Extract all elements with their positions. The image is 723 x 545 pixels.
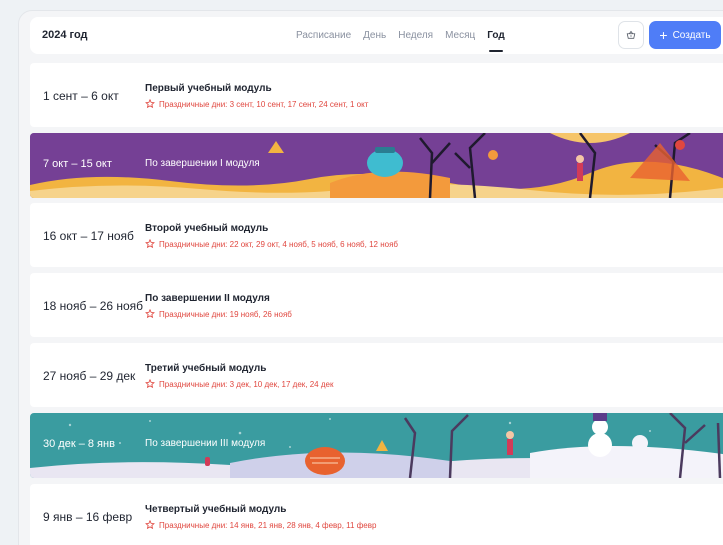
module-row[interactable]: 9 янв – 16 февр Четвертый учебный модуль… (30, 484, 723, 545)
star-icon (145, 520, 155, 530)
autumn-illustration (30, 133, 723, 198)
holidays-text: Праздничные дни: 19 нояб, 26 нояб (159, 309, 292, 319)
holidays-text: Праздничные дни: 22 окт, 29 окт, 4 нояб,… (159, 239, 398, 249)
star-icon (145, 99, 155, 109)
date-range: 1 сент – 6 окт (43, 89, 119, 103)
date-range: 9 янв – 16 февр (43, 510, 133, 524)
autumn-break-banner[interactable]: 7 окт – 15 окт По завершении I модуля (30, 133, 723, 198)
basket-icon (626, 30, 636, 39)
holidays-line: Праздничные дни: 3 сент, 10 сент, 17 сен… (145, 99, 368, 109)
date-range: 16 окт – 17 нояб (43, 229, 134, 243)
tab-day[interactable]: День (357, 17, 392, 54)
star-icon (145, 379, 155, 389)
year-label: 2024 год (42, 29, 88, 41)
module-row[interactable]: 1 сент – 6 окт Первый учебный модуль Пра… (30, 63, 723, 127)
plus-icon: + (659, 27, 668, 43)
date-range: 7 окт – 15 окт (43, 158, 112, 170)
module-title: По завершении II модуля (145, 293, 270, 304)
star-icon (145, 239, 155, 249)
holidays-line: Праздничные дни: 19 нояб, 26 нояб (145, 309, 292, 319)
module-title: По завершении I модуля (145, 158, 260, 169)
create-label: Создать (672, 29, 711, 41)
module-title: Четвертый учебный модуль (145, 504, 287, 515)
module-title: Третий учебный модуль (145, 363, 267, 374)
module-row[interactable]: 16 окт – 17 нояб Второй учебный модуль П… (30, 203, 723, 267)
date-range: 18 нояб – 26 нояб (43, 299, 144, 313)
holidays-line: Праздничные дни: 14 янв, 21 янв, 28 янв,… (145, 520, 376, 530)
winter-illustration (30, 413, 723, 478)
module-row[interactable]: 18 нояб – 26 нояб По завершении II модул… (30, 273, 723, 337)
calendar-header: 2024 год Расписание День Неделя Месяц Го… (30, 17, 723, 54)
module-title: Второй учебный модуль (145, 223, 269, 234)
star-icon (145, 309, 155, 319)
view-tabs: Расписание День Неделя Месяц Год (290, 17, 511, 54)
holidays-line: Праздничные дни: 3 дек, 10 дек, 17 дек, … (145, 379, 333, 389)
holidays-text: Праздничные дни: 3 дек, 10 дек, 17 дек, … (159, 379, 334, 389)
tab-year[interactable]: Год (481, 17, 511, 54)
module-title: По завершении III модуля (145, 438, 266, 449)
date-range: 27 нояб – 29 дек (43, 369, 136, 383)
create-button[interactable]: + Создать (649, 21, 721, 49)
date-range: 30 дек – 8 янв (43, 438, 115, 450)
tab-week[interactable]: Неделя (392, 17, 439, 54)
holidays-line: Праздничные дни: 22 окт, 29 окт, 4 нояб,… (145, 239, 398, 249)
holidays-text: Праздничные дни: 3 сент, 10 сент, 17 сен… (159, 99, 369, 109)
module-title: Первый учебный модуль (145, 83, 272, 94)
basket-button[interactable] (618, 21, 644, 49)
holidays-text: Праздничные дни: 14 янв, 21 янв, 28 янв,… (159, 520, 377, 530)
tab-month[interactable]: Месяц (439, 17, 481, 54)
winter-break-banner[interactable]: 30 дек – 8 янв По завершении III модуля (30, 413, 723, 478)
module-row[interactable]: 27 нояб – 29 дек Третий учебный модуль П… (30, 343, 723, 407)
tab-schedule[interactable]: Расписание (290, 17, 357, 54)
